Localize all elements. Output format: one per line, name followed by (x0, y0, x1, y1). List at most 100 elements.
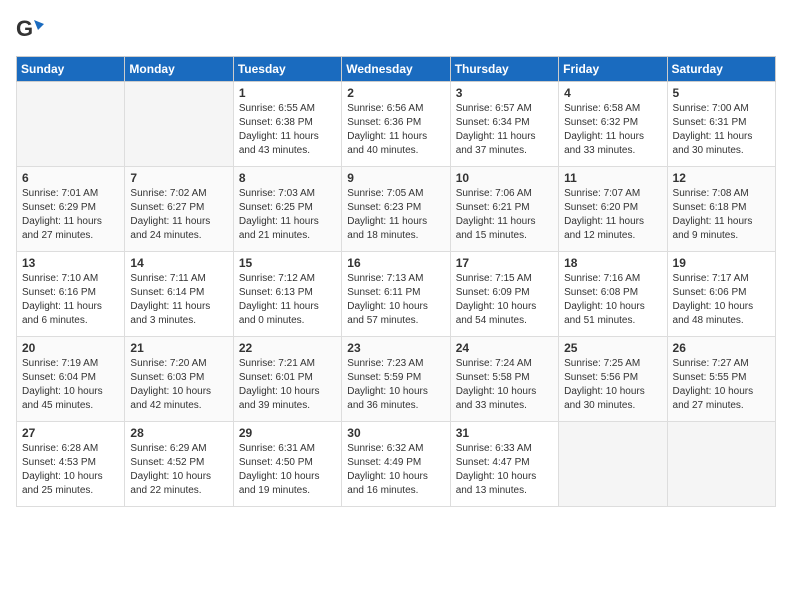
page-header: G (16, 16, 776, 44)
calendar-cell: 2 Sunrise: 6:56 AMSunset: 6:36 PMDayligh… (342, 82, 450, 167)
day-info: Sunrise: 7:27 AMSunset: 5:55 PMDaylight:… (673, 357, 770, 413)
day-info: Sunrise: 7:11 AMSunset: 6:14 PMDaylight:… (130, 272, 227, 328)
day-info: Sunrise: 7:19 AMSunset: 6:04 PMDaylight:… (22, 357, 119, 413)
calendar-cell: 15 Sunrise: 7:12 AMSunset: 6:13 PMDaylig… (233, 252, 341, 337)
calendar-week-row: 1 Sunrise: 6:55 AMSunset: 6:38 PMDayligh… (17, 82, 776, 167)
calendar-week-row: 20 Sunrise: 7:19 AMSunset: 6:04 PMDaylig… (17, 337, 776, 422)
day-number: 5 (673, 86, 770, 100)
calendar-cell (17, 82, 125, 167)
svg-text:G: G (16, 16, 33, 41)
day-info: Sunrise: 7:23 AMSunset: 5:59 PMDaylight:… (347, 357, 444, 413)
calendar-week-row: 13 Sunrise: 7:10 AMSunset: 6:16 PMDaylig… (17, 252, 776, 337)
calendar-cell: 14 Sunrise: 7:11 AMSunset: 6:14 PMDaylig… (125, 252, 233, 337)
day-number: 31 (456, 426, 553, 440)
day-number: 27 (22, 426, 119, 440)
day-number: 29 (239, 426, 336, 440)
day-info: Sunrise: 7:05 AMSunset: 6:23 PMDaylight:… (347, 187, 444, 243)
day-number: 12 (673, 171, 770, 185)
calendar-cell: 13 Sunrise: 7:10 AMSunset: 6:16 PMDaylig… (17, 252, 125, 337)
calendar-cell: 25 Sunrise: 7:25 AMSunset: 5:56 PMDaylig… (559, 337, 667, 422)
calendar-table: SundayMondayTuesdayWednesdayThursdayFrid… (16, 56, 776, 507)
day-info: Sunrise: 7:12 AMSunset: 6:13 PMDaylight:… (239, 272, 336, 328)
day-number: 14 (130, 256, 227, 270)
calendar-cell: 9 Sunrise: 7:05 AMSunset: 6:23 PMDayligh… (342, 167, 450, 252)
day-number: 28 (130, 426, 227, 440)
day-info: Sunrise: 7:08 AMSunset: 6:18 PMDaylight:… (673, 187, 770, 243)
logo: G (16, 16, 48, 44)
calendar-cell: 19 Sunrise: 7:17 AMSunset: 6:06 PMDaylig… (667, 252, 775, 337)
day-number: 1 (239, 86, 336, 100)
calendar-cell: 8 Sunrise: 7:03 AMSunset: 6:25 PMDayligh… (233, 167, 341, 252)
calendar-week-row: 6 Sunrise: 7:01 AMSunset: 6:29 PMDayligh… (17, 167, 776, 252)
weekday-header-wednesday: Wednesday (342, 57, 450, 82)
calendar-cell: 26 Sunrise: 7:27 AMSunset: 5:55 PMDaylig… (667, 337, 775, 422)
calendar-cell: 21 Sunrise: 7:20 AMSunset: 6:03 PMDaylig… (125, 337, 233, 422)
weekday-header-sunday: Sunday (17, 57, 125, 82)
day-info: Sunrise: 6:57 AMSunset: 6:34 PMDaylight:… (456, 102, 553, 158)
calendar-cell: 12 Sunrise: 7:08 AMSunset: 6:18 PMDaylig… (667, 167, 775, 252)
calendar-cell: 16 Sunrise: 7:13 AMSunset: 6:11 PMDaylig… (342, 252, 450, 337)
day-info: Sunrise: 7:10 AMSunset: 6:16 PMDaylight:… (22, 272, 119, 328)
day-info: Sunrise: 7:01 AMSunset: 6:29 PMDaylight:… (22, 187, 119, 243)
calendar-cell: 22 Sunrise: 7:21 AMSunset: 6:01 PMDaylig… (233, 337, 341, 422)
day-number: 6 (22, 171, 119, 185)
weekday-header-thursday: Thursday (450, 57, 558, 82)
day-info: Sunrise: 7:24 AMSunset: 5:58 PMDaylight:… (456, 357, 553, 413)
calendar-cell: 24 Sunrise: 7:24 AMSunset: 5:58 PMDaylig… (450, 337, 558, 422)
calendar-cell: 5 Sunrise: 7:00 AMSunset: 6:31 PMDayligh… (667, 82, 775, 167)
day-number: 9 (347, 171, 444, 185)
calendar-cell: 17 Sunrise: 7:15 AMSunset: 6:09 PMDaylig… (450, 252, 558, 337)
calendar-cell: 10 Sunrise: 7:06 AMSunset: 6:21 PMDaylig… (450, 167, 558, 252)
day-number: 11 (564, 171, 661, 185)
day-info: Sunrise: 6:31 AMSunset: 4:50 PMDaylight:… (239, 442, 336, 498)
day-info: Sunrise: 7:03 AMSunset: 6:25 PMDaylight:… (239, 187, 336, 243)
weekday-header-saturday: Saturday (667, 57, 775, 82)
calendar-cell: 4 Sunrise: 6:58 AMSunset: 6:32 PMDayligh… (559, 82, 667, 167)
day-number: 24 (456, 341, 553, 355)
weekday-header-tuesday: Tuesday (233, 57, 341, 82)
calendar-cell: 20 Sunrise: 7:19 AMSunset: 6:04 PMDaylig… (17, 337, 125, 422)
calendar-cell: 3 Sunrise: 6:57 AMSunset: 6:34 PMDayligh… (450, 82, 558, 167)
day-info: Sunrise: 6:55 AMSunset: 6:38 PMDaylight:… (239, 102, 336, 158)
day-number: 22 (239, 341, 336, 355)
day-number: 17 (456, 256, 553, 270)
logo-icon: G (16, 16, 44, 44)
calendar-week-row: 27 Sunrise: 6:28 AMSunset: 4:53 PMDaylig… (17, 422, 776, 507)
calendar-cell: 7 Sunrise: 7:02 AMSunset: 6:27 PMDayligh… (125, 167, 233, 252)
day-info: Sunrise: 6:56 AMSunset: 6:36 PMDaylight:… (347, 102, 444, 158)
day-number: 18 (564, 256, 661, 270)
day-number: 25 (564, 341, 661, 355)
day-number: 26 (673, 341, 770, 355)
day-number: 21 (130, 341, 227, 355)
day-info: Sunrise: 7:20 AMSunset: 6:03 PMDaylight:… (130, 357, 227, 413)
weekday-header-friday: Friday (559, 57, 667, 82)
day-number: 10 (456, 171, 553, 185)
day-number: 30 (347, 426, 444, 440)
day-info: Sunrise: 7:17 AMSunset: 6:06 PMDaylight:… (673, 272, 770, 328)
calendar-cell (559, 422, 667, 507)
calendar-cell: 23 Sunrise: 7:23 AMSunset: 5:59 PMDaylig… (342, 337, 450, 422)
day-number: 16 (347, 256, 444, 270)
day-info: Sunrise: 7:00 AMSunset: 6:31 PMDaylight:… (673, 102, 770, 158)
calendar-cell: 30 Sunrise: 6:32 AMSunset: 4:49 PMDaylig… (342, 422, 450, 507)
calendar-cell: 18 Sunrise: 7:16 AMSunset: 6:08 PMDaylig… (559, 252, 667, 337)
day-info: Sunrise: 6:32 AMSunset: 4:49 PMDaylight:… (347, 442, 444, 498)
day-number: 23 (347, 341, 444, 355)
day-info: Sunrise: 6:58 AMSunset: 6:32 PMDaylight:… (564, 102, 661, 158)
day-number: 19 (673, 256, 770, 270)
day-number: 4 (564, 86, 661, 100)
day-info: Sunrise: 7:15 AMSunset: 6:09 PMDaylight:… (456, 272, 553, 328)
weekday-header-monday: Monday (125, 57, 233, 82)
day-number: 20 (22, 341, 119, 355)
calendar-cell (667, 422, 775, 507)
calendar-cell: 11 Sunrise: 7:07 AMSunset: 6:20 PMDaylig… (559, 167, 667, 252)
day-info: Sunrise: 6:33 AMSunset: 4:47 PMDaylight:… (456, 442, 553, 498)
day-info: Sunrise: 7:25 AMSunset: 5:56 PMDaylight:… (564, 357, 661, 413)
calendar-cell: 29 Sunrise: 6:31 AMSunset: 4:50 PMDaylig… (233, 422, 341, 507)
calendar-cell: 6 Sunrise: 7:01 AMSunset: 6:29 PMDayligh… (17, 167, 125, 252)
day-info: Sunrise: 7:21 AMSunset: 6:01 PMDaylight:… (239, 357, 336, 413)
weekday-header-row: SundayMondayTuesdayWednesdayThursdayFrid… (17, 57, 776, 82)
day-info: Sunrise: 7:07 AMSunset: 6:20 PMDaylight:… (564, 187, 661, 243)
day-info: Sunrise: 7:13 AMSunset: 6:11 PMDaylight:… (347, 272, 444, 328)
calendar-cell: 31 Sunrise: 6:33 AMSunset: 4:47 PMDaylig… (450, 422, 558, 507)
